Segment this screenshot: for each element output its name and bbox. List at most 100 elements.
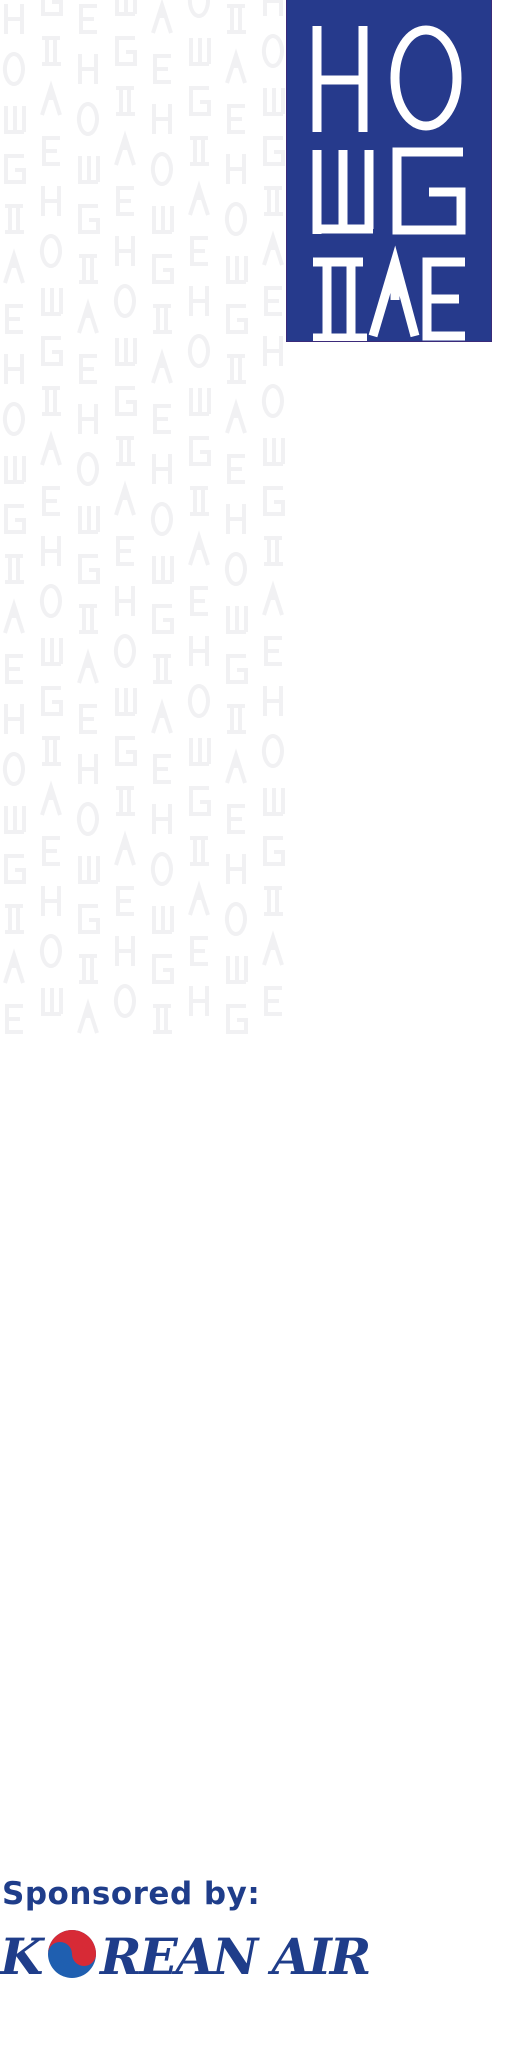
- pattern-glyph: [79, 4, 97, 34]
- pattern-glyph: [264, 536, 283, 566]
- pattern-glyphs: [2, 0, 285, 1034]
- logo-letter-k: K: [0, 1927, 46, 1984]
- pattern-glyph: [42, 836, 60, 866]
- pattern-glyph: [189, 786, 211, 816]
- pattern-glyph: [190, 136, 209, 166]
- pattern-glyph: [78, 156, 100, 184]
- pattern-glyph: [261, 34, 284, 68]
- pattern-glyph: [41, 638, 63, 666]
- pattern-glyph: [79, 604, 98, 634]
- pattern-glyph: [4, 456, 26, 484]
- pattern-glyph: [263, 336, 283, 366]
- pattern-glyph: [2, 52, 25, 86]
- pattern-glyph: [189, 286, 209, 316]
- pattern-glyph: [153, 304, 172, 334]
- pattern-glyph: [5, 904, 24, 934]
- pattern-glyph: [263, 836, 285, 866]
- pattern-glyph: [188, 880, 210, 916]
- pattern-glyph: [78, 404, 98, 434]
- pattern-glyph: [187, 0, 210, 18]
- pattern-glyph: [4, 704, 24, 734]
- pattern-glyph: [77, 648, 99, 684]
- pattern-glyph: [190, 836, 209, 866]
- pattern-glyph: [153, 654, 172, 684]
- pattern-glyph: [115, 236, 135, 266]
- pattern-glyph: [39, 584, 62, 618]
- pattern-glyph: [42, 736, 61, 766]
- pattern-glyph: [227, 804, 245, 834]
- pattern-glyph: [76, 102, 99, 136]
- pattern-glyph: [264, 886, 283, 916]
- pattern-glyph: [262, 930, 284, 966]
- pattern-glyph: [115, 0, 137, 16]
- pattern-glyph: [116, 886, 134, 916]
- pattern-glyph: [116, 186, 134, 216]
- pattern-glyph: [116, 436, 135, 466]
- pattern-glyph: [224, 902, 247, 936]
- pattern-glyph: [3, 948, 25, 984]
- pattern-glyph: [152, 906, 174, 934]
- pattern-glyph: [190, 936, 208, 966]
- pattern-glyph: [39, 234, 62, 268]
- pattern-glyph: [226, 854, 246, 884]
- pattern-glyph: [78, 506, 100, 534]
- pattern-glyph: [113, 634, 136, 668]
- pattern-glyph: [150, 152, 173, 186]
- sponsor-label: Sponsored by:: [2, 1876, 261, 1912]
- pattern-glyph: [152, 604, 174, 634]
- pattern-glyph: [226, 654, 248, 684]
- pattern-glyph: [263, 788, 285, 816]
- pattern-glyph: [264, 186, 283, 216]
- pattern-glyph: [151, 348, 173, 384]
- taeguk-emblem-icon: [48, 1930, 96, 1978]
- pattern-glyph: [78, 204, 100, 234]
- pattern-glyph: [187, 684, 210, 718]
- pattern-glyph: [115, 736, 137, 766]
- pattern-glyph: [152, 254, 174, 284]
- pattern-glyph: [187, 334, 210, 368]
- pattern-glyph: [264, 986, 282, 1016]
- pattern-glyph: [41, 288, 63, 316]
- pattern-glyph: [41, 186, 61, 216]
- pattern-glyph: [262, 580, 284, 616]
- hongdae-banner: [287, 0, 491, 341]
- pattern-glyph: [189, 636, 209, 666]
- pattern-glyph: [225, 398, 247, 434]
- pattern-glyph: [41, 886, 61, 916]
- pattern-glyph: [115, 688, 137, 716]
- pattern-glyph: [261, 734, 284, 768]
- pattern-glyph: [189, 738, 211, 766]
- pattern-glyph: [115, 36, 137, 66]
- pattern-glyph: [224, 552, 247, 586]
- pattern-glyph: [78, 856, 100, 884]
- pattern-glyph: [263, 88, 285, 116]
- pattern-glyph: [115, 936, 135, 966]
- pattern-glyph: [114, 480, 136, 516]
- pattern-glyph: [5, 554, 24, 584]
- pattern-glyph: [153, 754, 171, 784]
- pattern-glyph: [114, 130, 136, 166]
- pattern-glyph: [4, 354, 24, 384]
- korean-air-logo: K REAN AIR: [0, 1924, 430, 1984]
- pattern-glyph: [79, 354, 97, 384]
- pattern-glyph: [226, 956, 248, 984]
- pattern-glyph: [190, 486, 209, 516]
- pattern-glyph: [226, 606, 248, 634]
- logo-wordmark: REAN AIR: [98, 1927, 369, 1984]
- pattern-glyph: [4, 154, 26, 184]
- pattern-glyph: [116, 86, 135, 116]
- pattern-glyph: [264, 286, 282, 316]
- pattern-glyph: [227, 354, 246, 384]
- pattern-glyph: [227, 4, 246, 34]
- pattern-glyph: [226, 1004, 248, 1034]
- pattern-glyph: [2, 402, 25, 436]
- pattern-glyph: [4, 806, 26, 834]
- pattern-glyph: [153, 54, 171, 84]
- pattern-glyph: [153, 404, 171, 434]
- pattern-glyph: [227, 454, 245, 484]
- pattern-glyph: [42, 486, 60, 516]
- pattern-glyph: [152, 104, 172, 134]
- pattern-glyph: [4, 504, 26, 534]
- pattern-glyph: [79, 954, 98, 984]
- pattern-glyph: [261, 384, 284, 418]
